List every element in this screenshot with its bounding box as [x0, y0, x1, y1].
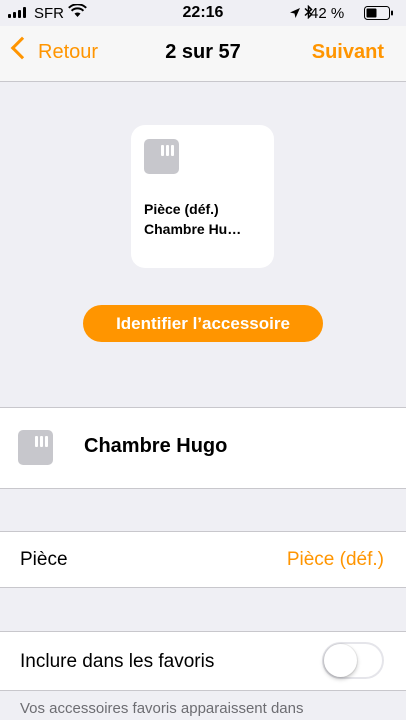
- favorites-row: Inclure dans les favoris: [0, 631, 406, 691]
- battery-icon: [364, 6, 394, 25]
- accessory-name[interactable]: Chambre Hugo: [84, 435, 227, 458]
- next-button[interactable]: Suivant: [312, 41, 384, 64]
- accessory-icon: [144, 139, 179, 174]
- favorites-footer-text: Vos accessoires favoris apparaissent dan…: [20, 700, 304, 717]
- battery-percentage: 42 %: [310, 5, 345, 22]
- accessory-name-row: Chambre Hugo: [0, 407, 406, 489]
- room-label: Pièce: [20, 549, 68, 570]
- room-row[interactable]: Pièce Pièce (déf.): [0, 531, 406, 588]
- favorites-toggle[interactable]: [322, 642, 384, 679]
- accessory-tile[interactable]: Pièce (déf.) Chambre Hu…: [131, 125, 274, 268]
- accessory-icon: [18, 430, 53, 465]
- toggle-knob: [324, 644, 357, 677]
- navigation-bar: Retour 2 sur 57 Suivant: [0, 26, 406, 82]
- identify-accessory-button[interactable]: Identifier l’accessoire: [83, 305, 323, 342]
- tile-room-label: Pièce (déf.): [144, 201, 219, 217]
- location-icon: [289, 6, 301, 24]
- room-value: Pièce (déf.): [286, 549, 384, 570]
- favorites-label: Inclure dans les favoris: [20, 651, 215, 672]
- status-bar: SFR 22:16 42 %: [0, 0, 406, 26]
- clock: 22:16: [182, 4, 224, 21]
- tile-name-label: Chambre Hu…: [144, 221, 242, 237]
